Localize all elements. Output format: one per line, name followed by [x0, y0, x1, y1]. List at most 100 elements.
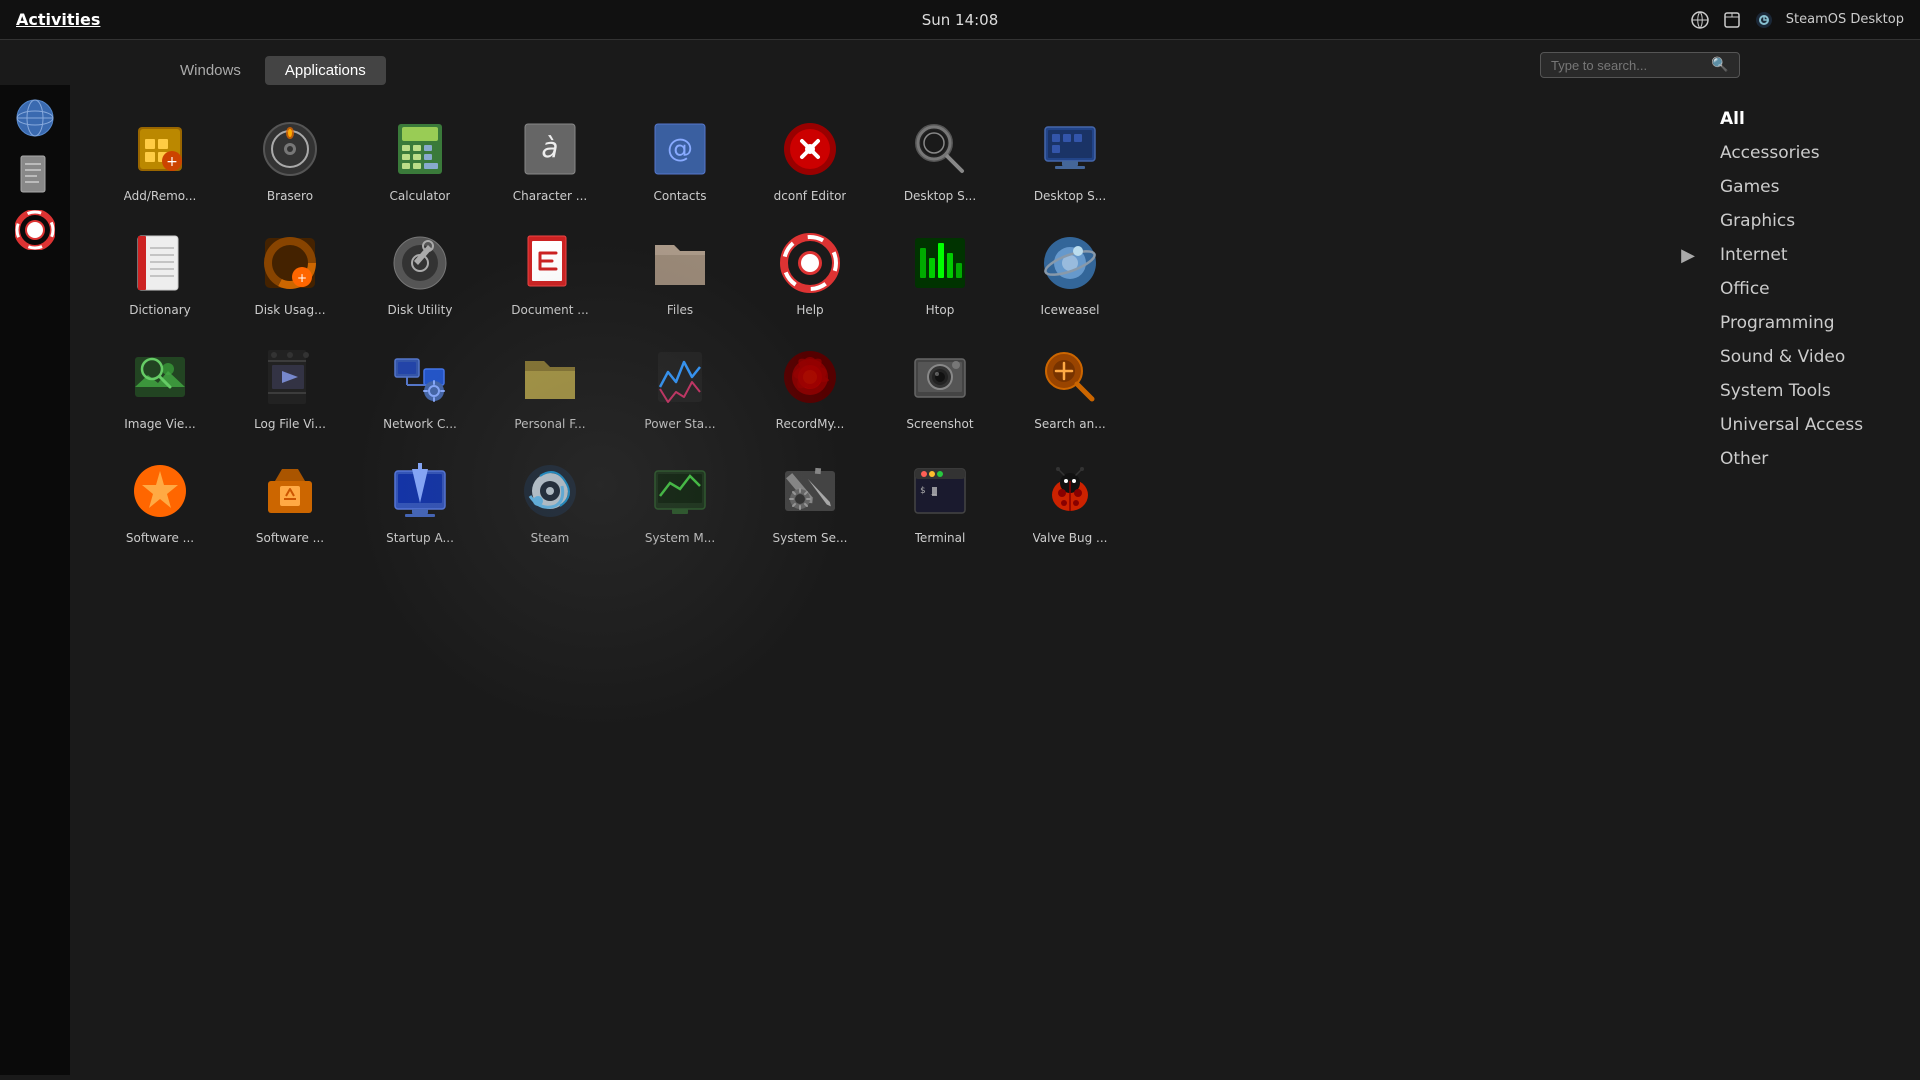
main-area: + Add/Remo... Brasero — [0, 85, 1920, 1075]
app-screenshot[interactable]: Screenshot — [880, 333, 1000, 437]
svg-text:à: à — [541, 131, 558, 164]
app-label: Calculator — [390, 189, 451, 203]
app-htop[interactable]: Htop — [880, 219, 1000, 323]
app-label: Valve Bug ... — [1033, 531, 1108, 545]
app-document-viewer[interactable]: Document ... — [490, 219, 610, 323]
network-icon[interactable] — [1690, 10, 1710, 30]
category-universal-access[interactable]: Universal Access — [1720, 411, 1890, 439]
app-label: Startup A... — [386, 531, 454, 545]
app-label: Terminal — [915, 531, 966, 545]
clock: Sun 14:08 — [922, 11, 999, 29]
app-terminal[interactable]: $ _ Terminal — [880, 447, 1000, 551]
category-games[interactable]: Games — [1720, 173, 1890, 201]
svg-text:+: + — [166, 154, 178, 170]
category-programming[interactable]: Programming — [1720, 309, 1890, 337]
app-search-replace[interactable]: Search an... — [1010, 333, 1130, 437]
app-iceweasel[interactable]: Iceweasel — [1010, 219, 1130, 323]
tab-applications[interactable]: Applications — [265, 56, 386, 85]
app-label: Log File Vi... — [254, 417, 326, 431]
category-other[interactable]: Other — [1720, 445, 1890, 473]
app-label: Disk Utility — [388, 303, 453, 317]
dock-icon-globe[interactable] — [12, 95, 58, 141]
search-box: 🔍 — [1540, 52, 1740, 78]
app-character-map[interactable]: à Character ... — [490, 105, 610, 209]
app-valve-bug[interactable]: Valve Bug ... — [1010, 447, 1130, 551]
app-system-settings[interactable]: System Se... — [750, 447, 870, 551]
app-label: Contacts — [654, 189, 707, 203]
app-label: Desktop S... — [1034, 189, 1106, 203]
user-icon[interactable] — [1722, 10, 1742, 30]
svg-text:@: @ — [667, 134, 693, 164]
app-brasero[interactable]: Brasero — [230, 105, 350, 209]
topbar: Activities Sun 14:08 SteamOS Desktop — [0, 0, 1920, 40]
app-files[interactable]: Files — [620, 219, 740, 323]
collapse-categories-button[interactable]: ▶ — [1681, 245, 1695, 266]
app-software-center[interactable]: Software ... — [100, 447, 220, 551]
app-label: Software ... — [256, 531, 324, 545]
apps-area: + Add/Remo... Brasero — [70, 85, 1690, 1075]
app-calculator[interactable]: Calculator — [360, 105, 480, 209]
app-dconf-editor[interactable]: dconf Editor — [750, 105, 870, 209]
app-label: dconf Editor — [774, 189, 847, 203]
categories-sidebar: All Accessories Games Graphics Internet … — [1690, 85, 1920, 1075]
apps-grid: + Add/Remo... Brasero — [100, 105, 1660, 551]
app-network-config[interactable]: Network C... — [360, 333, 480, 437]
app-contacts[interactable]: @ Contacts — [620, 105, 740, 209]
activities-button[interactable]: Activities — [16, 10, 100, 29]
category-system-tools[interactable]: System Tools — [1720, 377, 1890, 405]
app-label: Disk Usag... — [254, 303, 325, 317]
tab-windows[interactable]: Windows — [160, 56, 261, 85]
search-input[interactable] — [1551, 58, 1711, 73]
app-image-viewer[interactable]: Image Vie... — [100, 333, 220, 437]
app-personal-files[interactable]: Personal F... — [490, 333, 610, 437]
dock-icon-document[interactable] — [12, 151, 58, 197]
search-icon: 🔍 — [1711, 57, 1728, 73]
app-recordmydesktop[interactable]: RecordMy... — [750, 333, 870, 437]
dock-icon-help[interactable] — [12, 207, 58, 253]
app-label: Personal F... — [514, 417, 585, 431]
app-label: Htop — [926, 303, 955, 317]
app-label: Document ... — [511, 303, 588, 317]
app-label: Power Sta... — [644, 417, 715, 431]
svg-text:+: + — [297, 271, 307, 285]
app-software-updater[interactable]: Software ... — [230, 447, 350, 551]
app-label: Dictionary — [129, 303, 191, 317]
app-label: RecordMy... — [776, 417, 845, 431]
app-label: Network C... — [383, 417, 457, 431]
app-desktop-s2[interactable]: Desktop S... — [1010, 105, 1130, 209]
app-label: Files — [667, 303, 693, 317]
category-sound-video[interactable]: Sound & Video — [1720, 343, 1890, 371]
app-label: Software ... — [126, 531, 194, 545]
app-steam[interactable]: Steam — [490, 447, 610, 551]
app-label: Character ... — [513, 189, 588, 203]
app-label: Add/Remo... — [124, 189, 197, 203]
category-accessories[interactable]: Accessories — [1720, 139, 1890, 167]
app-desktop-search1[interactable]: Desktop S... — [880, 105, 1000, 209]
app-label: Desktop S... — [904, 189, 976, 203]
app-label: Search an... — [1034, 417, 1105, 431]
app-power-stats[interactable]: Power Sta... — [620, 333, 740, 437]
app-dictionary[interactable]: Dictionary — [100, 219, 220, 323]
app-label: Iceweasel — [1040, 303, 1099, 317]
category-office[interactable]: Office — [1720, 275, 1890, 303]
app-label: Screenshot — [906, 417, 973, 431]
app-label: Image Vie... — [124, 417, 196, 431]
steamos-icon — [1754, 10, 1774, 30]
app-label: Help — [796, 303, 823, 317]
app-startup-apps[interactable]: Startup A... — [360, 447, 480, 551]
topbar-right: SteamOS Desktop — [1690, 10, 1904, 30]
category-graphics[interactable]: Graphics — [1720, 207, 1890, 235]
app-disk-usage[interactable]: + Disk Usag... — [230, 219, 350, 323]
app-add-remove[interactable]: + Add/Remo... — [100, 105, 220, 209]
app-label: Brasero — [267, 189, 313, 203]
app-help[interactable]: Help — [750, 219, 870, 323]
app-log-file-viewer[interactable]: Log File Vi... — [230, 333, 350, 437]
steamos-label: SteamOS Desktop — [1786, 12, 1904, 27]
dock — [0, 85, 70, 1075]
category-all[interactable]: All — [1720, 105, 1890, 133]
app-label: System Se... — [772, 531, 847, 545]
category-internet[interactable]: Internet — [1720, 241, 1890, 269]
app-disk-utility[interactable]: Disk Utility — [360, 219, 480, 323]
app-system-monitor[interactable]: System M... — [620, 447, 740, 551]
app-label: System M... — [645, 531, 715, 545]
